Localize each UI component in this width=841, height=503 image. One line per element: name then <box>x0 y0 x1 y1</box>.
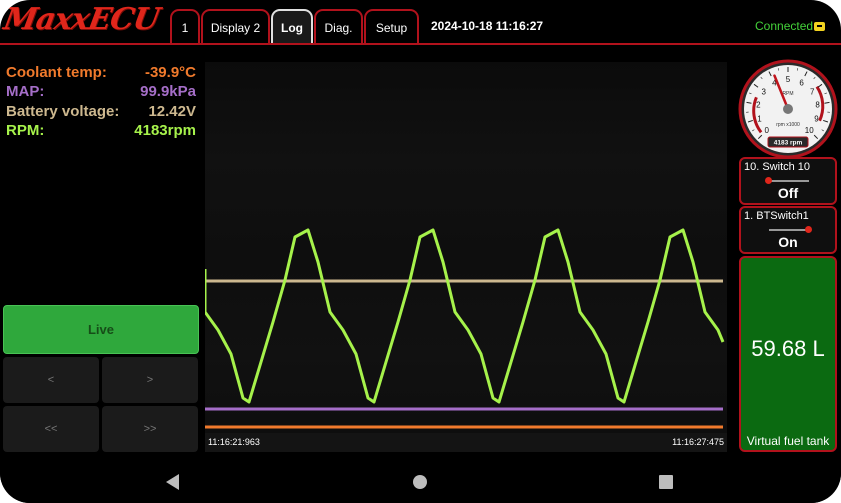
btswitch1-widget[interactable]: 1. BTSwitch1 On <box>739 206 837 254</box>
switch-title: 1. BTSwitch1 <box>744 210 809 222</box>
switch-title: 10. Switch 10 <box>744 161 811 173</box>
gauge-readout: 4183 rpm <box>774 140 803 147</box>
tab-divider <box>0 43 841 45</box>
reading-value: 12.42V <box>148 103 196 120</box>
gauge-tick-label: 7 <box>810 87 815 96</box>
chart-time-axis: 11:16:21:963 11:16:27:475 <box>205 433 727 452</box>
gauge-tick-label: 2 <box>756 100 761 109</box>
live-button[interactable]: Live <box>3 305 199 354</box>
fuel-tank-label: Virtual fuel tank <box>746 434 830 448</box>
switch-track <box>769 180 809 182</box>
switch-10-widget[interactable]: 10. Switch 10 Off <box>739 157 837 205</box>
rpm-gauge: 0 1 2 3 4 5 6 7 8 9 10 RPM rpm x1000 4183 rpm <box>738 59 838 159</box>
home-icon[interactable] <box>413 475 427 489</box>
fuel-level-value: 59.68 L <box>751 336 825 361</box>
tab-setup[interactable]: Setup <box>364 9 419 44</box>
reading-rpm: RPM: 4183rpm <box>6 122 196 142</box>
switch-track <box>769 229 809 231</box>
tab-1[interactable]: 1 <box>170 9 200 44</box>
reading-value: 99.9kPa <box>140 83 196 100</box>
gauge-tick-label: 3 <box>762 87 767 96</box>
android-nav-bar <box>0 458 841 503</box>
app-screen: MaxxECU 1 Display 2 Log Diag. Setup 2024… <box>0 0 841 503</box>
fast-forward-button[interactable]: >> <box>102 406 198 452</box>
gauge-tick-label: 9 <box>814 114 819 123</box>
reading-label: MAP: <box>6 83 45 100</box>
plug-icon <box>814 22 825 31</box>
rewind-button[interactable]: << <box>3 406 99 452</box>
switch-state: On <box>778 234 798 250</box>
switch-state: Off <box>777 185 799 201</box>
reading-label: RPM: <box>6 122 45 139</box>
gauge-tick-label: 8 <box>815 100 820 109</box>
reading-value: 4183rpm <box>134 122 196 139</box>
gauge-tick-label: 1 <box>757 114 762 123</box>
gauge-multiplier: rpm x1000 <box>776 122 800 128</box>
rpm-gauge-dial: 01234 5 678910 RPM rpm x1000 4183 rpm <box>738 59 838 159</box>
step-forward-button[interactable]: > <box>102 357 198 403</box>
datetime: 2024-10-18 11:16:27 <box>431 19 544 33</box>
tab-log[interactable]: Log <box>271 9 313 44</box>
reading-map: MAP: 99.9kPa <box>6 83 196 103</box>
switch-knob[interactable] <box>765 177 772 184</box>
reading-battery: Battery voltage: 12.42V <box>6 103 196 123</box>
gauge-tick-label: 10 <box>805 126 814 135</box>
log-chart[interactable] <box>205 62 727 452</box>
log-chart-svg <box>205 228 725 429</box>
back-icon[interactable] <box>166 474 179 490</box>
reading-value: -39.9°C <box>144 64 196 81</box>
tab-diag[interactable]: Diag. <box>314 9 363 44</box>
rpm-series-line <box>205 228 725 404</box>
time-end-label: 11:16:27:475 <box>672 437 724 447</box>
reading-label: Coolant temp: <box>6 64 107 81</box>
gauge-tick-label: 0 <box>765 126 770 135</box>
virtual-fuel-tank-widget: 59.68 L Virtual fuel tank <box>739 256 837 452</box>
reading-coolant: Coolant temp: -39.9°C <box>6 64 196 84</box>
gauge-tick-label: 6 <box>799 78 804 87</box>
step-back-button[interactable]: < <box>3 357 99 403</box>
maxxecu-logo: MaxxECU <box>1 2 162 37</box>
gauge-tick-label: 5 <box>786 75 791 84</box>
recent-apps-icon[interactable] <box>659 475 673 489</box>
tab-display-2[interactable]: Display 2 <box>201 9 270 44</box>
switch-knob[interactable] <box>805 226 812 233</box>
reading-label: Battery voltage: <box>6 103 120 120</box>
connection-status: Connected <box>755 19 814 33</box>
log-values-panel: Coolant temp: -39.9°C MAP: 99.9kPa Batte… <box>0 62 202 144</box>
time-start-label: 11:16:21:963 <box>208 437 260 447</box>
